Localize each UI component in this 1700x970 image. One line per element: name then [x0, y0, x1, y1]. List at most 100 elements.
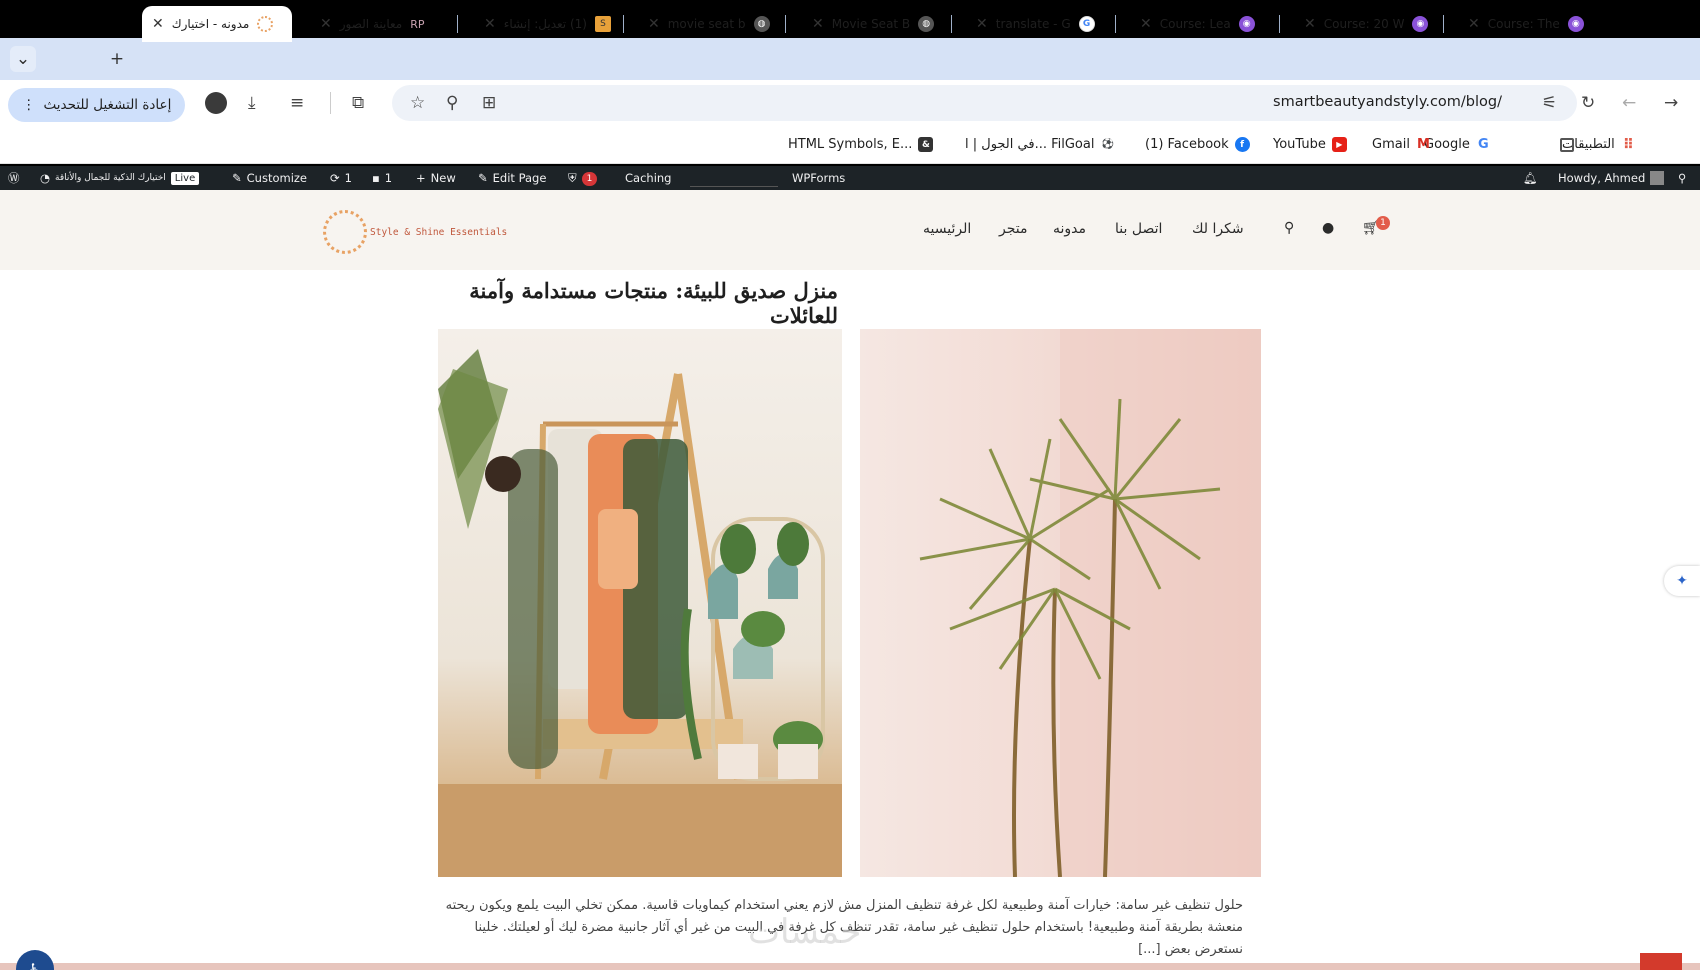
comments-link[interactable]: ▪ 1 — [372, 171, 392, 185]
bookmark-star-icon[interactable]: ☆ — [410, 92, 425, 114]
tab-image-preview[interactable]: ✕ معاينة الصور RP — [310, 6, 458, 42]
plugin-badge: 1 — [581, 171, 598, 186]
tab-search-button[interactable]: ⌄ — [10, 46, 36, 72]
tab-course-1[interactable]: ✕ Course: Lea ◉ — [1130, 6, 1280, 42]
logo-text[interactable]: Style & Shine Essentials — [370, 227, 507, 238]
tab-title: Course: The — [1487, 17, 1560, 31]
tab-title: Course: Lea — [1159, 17, 1231, 31]
close-icon[interactable]: ✕ — [1304, 16, 1316, 32]
close-icon[interactable]: ✕ — [320, 16, 332, 32]
all-bookmarks-icon[interactable] — [1560, 138, 1574, 152]
user-icon[interactable]: ● — [1322, 220, 1334, 236]
bookmark-filgoal[interactable]: في الجول | ا... FilGoal ⚽ — [965, 137, 1115, 152]
tab-separator — [457, 15, 458, 33]
tab-separator — [623, 15, 624, 33]
new-content-link[interactable]: + New — [416, 171, 456, 185]
rp-icon: RP — [410, 17, 425, 31]
restart-label: إعادة التشغيل للتحديث — [43, 97, 172, 113]
admin-site-name[interactable]: ◔ اختيارك الذكية للجمال والأناقة Live — [40, 171, 200, 185]
tab-course-3[interactable]: ✕ Course: The ◉ — [1458, 6, 1608, 42]
bookmark-label: (1) Facebook — [1145, 137, 1229, 152]
forward-arrow-icon[interactable]: → — [1664, 92, 1678, 114]
admin-search-icon[interactable]: ⚲ — [1678, 171, 1686, 185]
nav-home[interactable]: الرئيسيه — [923, 221, 971, 237]
tab-separator — [951, 15, 952, 33]
reload-icon[interactable]: ↻ — [1581, 92, 1595, 114]
bookmark-google[interactable]: Google G — [1424, 137, 1491, 152]
url-text[interactable]: smartbeautyandstyly.com/blog/ — [1273, 94, 1502, 110]
logo-sun-icon[interactable] — [323, 210, 367, 254]
bottom-strip — [0, 963, 1700, 970]
tab-movie-seat-2[interactable]: ✕ Movie Seat B ◍ — [802, 6, 952, 42]
palm-plant-image[interactable] — [860, 329, 1261, 877]
updates-link[interactable]: ⟳ 1 — [330, 171, 352, 185]
site-settings-icon[interactable]: ⚟ — [1542, 92, 1557, 114]
tab-edit-post[interactable]: ✕ (1) تعديل: إنشاء S — [474, 6, 624, 42]
clothes-rack-illustration — [438, 349, 842, 877]
close-icon[interactable]: ✕ — [1140, 16, 1152, 32]
tab-blog[interactable]: ✕ مدونه - اختيارك — [142, 6, 292, 42]
scroll-top-button[interactable] — [1640, 953, 1682, 970]
bookmark-facebook[interactable]: (1) Facebook f — [1145, 137, 1250, 152]
close-icon[interactable]: ✕ — [152, 16, 164, 32]
nav-contact[interactable]: اتصل بنا — [1115, 221, 1162, 237]
notification-bell-icon[interactable]: 🔔︎ — [1523, 171, 1538, 185]
tab-separator — [1443, 15, 1444, 33]
search-icon[interactable]: ⚲ — [1284, 220, 1294, 236]
updates-count: 1 — [344, 171, 352, 185]
account-menu[interactable]: Howdy, Ahmed — [1558, 171, 1665, 185]
media-controls-icon[interactable]: ≡ — [290, 92, 304, 114]
palm-plant-illustration — [919, 329, 1261, 877]
bookmarks-bar: التطبيقات ⠿ Google G Gmail M YouTube ▶ (… — [0, 128, 1700, 164]
translate-page-icon[interactable]: ⊞ — [482, 92, 496, 114]
close-icon[interactable]: ✕ — [648, 16, 660, 32]
profile-avatar[interactable] — [205, 92, 227, 114]
facebook-icon: f — [1234, 137, 1250, 152]
globe-icon: ◍ — [918, 16, 935, 32]
customize-link[interactable]: ✎ Customize — [232, 171, 307, 185]
new-tab-button[interactable]: + — [104, 46, 130, 72]
bookmark-html-symbols[interactable]: HTML Symbols, E... & — [788, 137, 934, 152]
nav-shop[interactable]: متجر — [999, 221, 1028, 237]
assistant-widget-icon[interactable]: ✦ — [1664, 566, 1700, 596]
back-arrow-icon[interactable]: ← — [1622, 92, 1636, 114]
nav-thanks[interactable]: شكرا لك — [1192, 221, 1244, 237]
bookmark-label: Gmail — [1372, 137, 1410, 152]
course-icon: ◉ — [1412, 16, 1429, 32]
accessibility-icon[interactable]: ♿︎ — [16, 950, 54, 970]
tab-title: Movie Seat B — [831, 17, 911, 31]
youtube-icon: ▶ — [1331, 137, 1347, 152]
zoom-icon[interactable]: ⚲ — [446, 92, 458, 114]
bookmark-label: HTML Symbols, E... — [788, 137, 913, 152]
bookmark-gmail[interactable]: Gmail M — [1372, 137, 1431, 152]
google-icon: G — [1478, 137, 1489, 152]
tab-strip — [0, 38, 1700, 80]
tab-movie-seat-1[interactable]: ✕ movie seat b ◍ — [638, 6, 786, 42]
wp-admin-bar: Ⓦ ◔ اختيارك الذكية للجمال والأناقة Live … — [0, 166, 1700, 190]
close-icon[interactable]: ✕ — [812, 16, 824, 32]
caching-link[interactable]: Caching — [625, 171, 671, 185]
close-icon[interactable]: ✕ — [976, 16, 988, 32]
chevron-down-icon: ⌄ — [15, 49, 31, 69]
edit-page-link[interactable]: ✎ Edit Page — [478, 171, 546, 185]
toolbar-divider — [330, 92, 331, 114]
close-icon[interactable]: ✕ — [1468, 16, 1480, 32]
post-title[interactable]: منزل صديق للبيئة: منتجات مستدامة وآمنة ل… — [438, 278, 838, 328]
tab-translate[interactable]: ✕ translate - G G — [966, 6, 1116, 42]
clothes-rack-image[interactable] — [438, 329, 842, 877]
tab-title: (1) تعديل: إنشاء — [503, 17, 587, 31]
new-label: New — [430, 171, 456, 185]
plugin-notification[interactable]: ⛨ 1 — [568, 171, 598, 186]
address-bar[interactable]: ☆ ⚲ ⊞ smartbeautyandstyly.com/blog/ ⚟ — [392, 85, 1577, 121]
close-icon[interactable]: ✕ — [484, 16, 496, 32]
wpforms-link[interactable]: WPForms — [792, 171, 845, 185]
nav-blog[interactable]: مدونه — [1053, 221, 1086, 237]
brush-icon: ✎ — [232, 171, 242, 185]
download-icon[interactable]: ⤓ — [248, 92, 256, 114]
extensions-icon[interactable]: ⧉ — [352, 92, 364, 114]
bookmark-youtube[interactable]: YouTube ▶ — [1273, 137, 1347, 152]
restart-to-update-button[interactable]: ⋮ إعادة التشغيل للتحديث — [8, 88, 186, 122]
tab-course-2[interactable]: ✕ Course: 20 W ◉ — [1294, 6, 1444, 42]
wordpress-logo-icon[interactable]: Ⓦ — [8, 170, 20, 186]
admin-bar-progress — [690, 169, 778, 187]
